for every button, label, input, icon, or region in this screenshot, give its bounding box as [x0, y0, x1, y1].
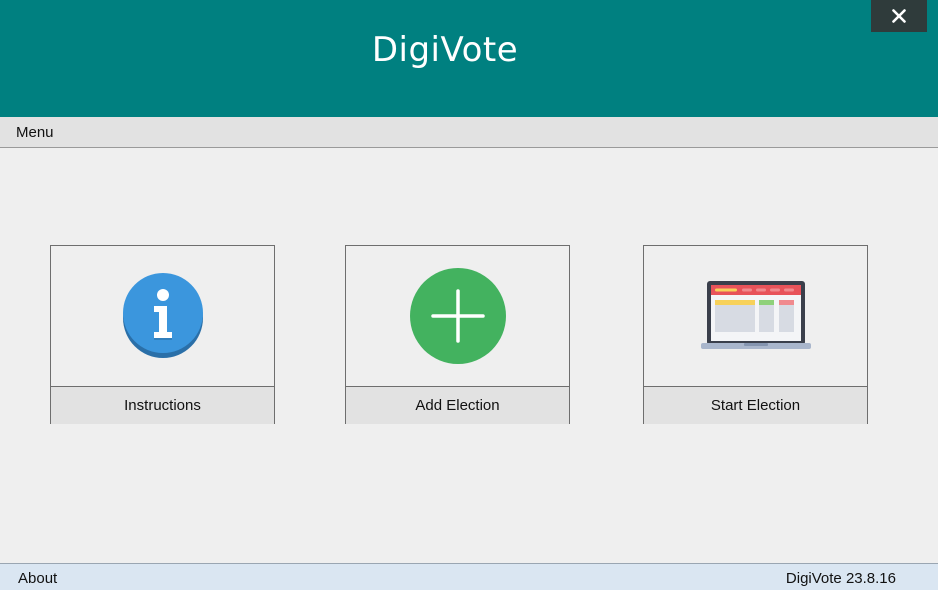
instructions-tile[interactable]: Instructions	[50, 245, 275, 424]
laptop-icon	[700, 281, 811, 349]
close-icon	[892, 9, 906, 23]
add-election-tile[interactable]: Add Election	[345, 245, 570, 424]
info-icon	[122, 273, 203, 358]
menu-item-menu[interactable]: Menu	[16, 124, 54, 141]
app-title: DigiVote	[371, 30, 519, 70]
about-link[interactable]: About	[18, 570, 57, 587]
header-bar: DigiVote	[0, 0, 938, 117]
start-election-label: Start Election	[644, 386, 867, 424]
plus-icon	[409, 268, 506, 364]
status-bar: About DigiVote 23.8.16	[0, 563, 938, 590]
add-election-label: Add Election	[346, 386, 569, 424]
app-window: DigiVote Menu Instructions Add Election …	[0, 0, 938, 590]
menu-bar: Menu	[0, 117, 938, 148]
tile-icon-area	[346, 246, 569, 386]
instructions-label: Instructions	[51, 386, 274, 424]
tile-icon-area	[51, 246, 274, 386]
version-label: DigiVote 23.8.16	[785, 570, 896, 587]
close-button[interactable]	[871, 0, 927, 32]
start-election-tile[interactable]: Start Election	[643, 245, 868, 424]
tile-icon-area	[644, 246, 867, 386]
